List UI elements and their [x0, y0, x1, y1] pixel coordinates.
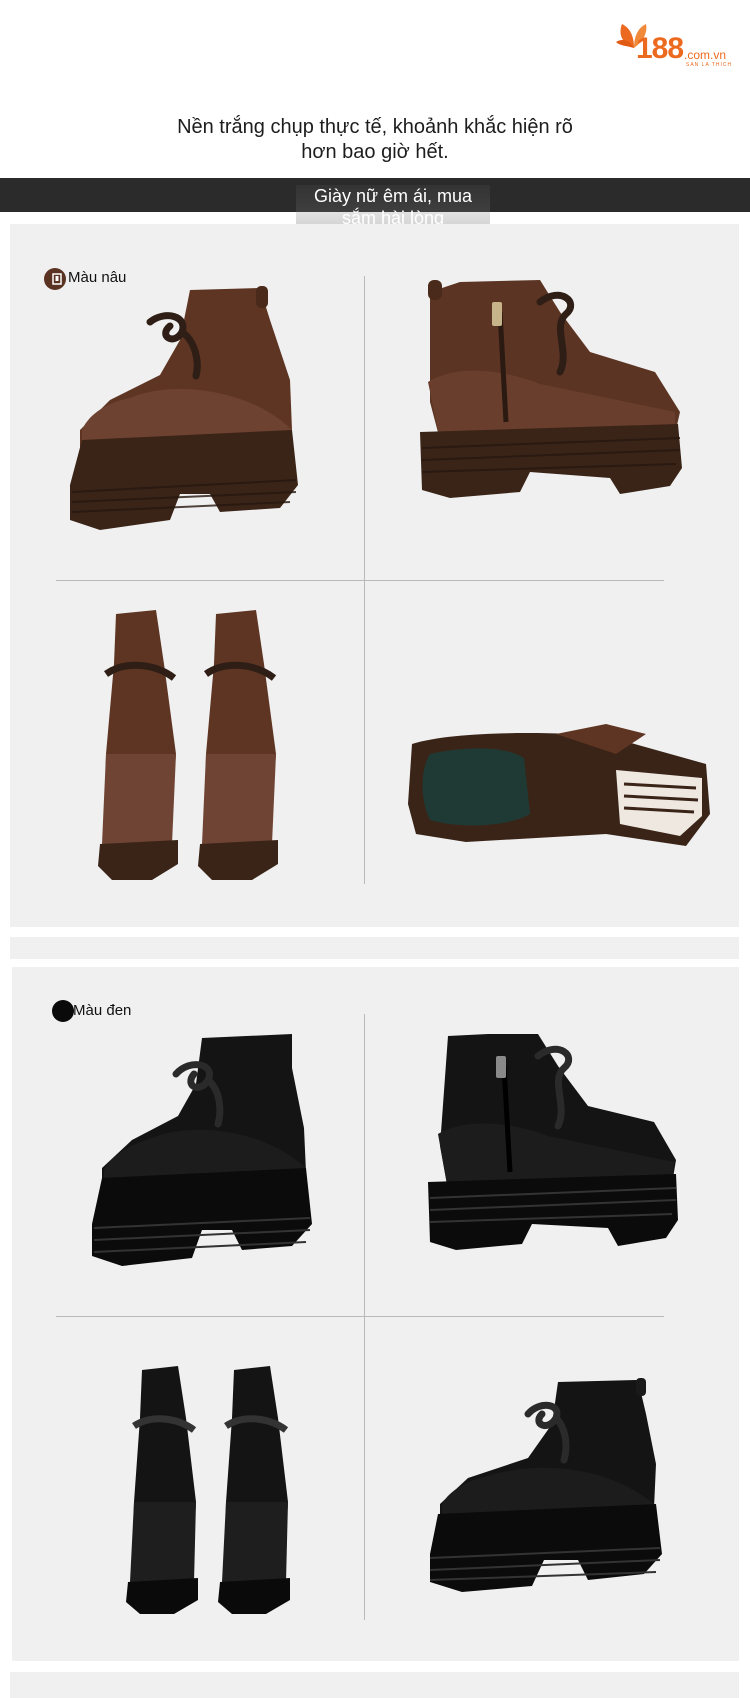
- headline-line-2: hơn bao giờ hết.: [301, 141, 449, 163]
- site-logo[interactable]: 188 .com.vn SAN LA THICH: [616, 20, 736, 72]
- variant-label-text: Màu đen: [73, 1002, 132, 1019]
- banner-text: Giày nữ êm ái, mua sắm hài lòng: [296, 185, 490, 229]
- banner-line-1: Giày nữ êm ái, mua: [313, 186, 473, 206]
- headline-line-1: Nền trắng chụp thực tế, khoảnh khắc hiện…: [177, 116, 573, 138]
- product-image-black-angle[interactable]: [428, 1374, 664, 1594]
- product-image-black-side[interactable]: [92, 1028, 312, 1270]
- spacer-panel: [10, 937, 739, 959]
- grid-divider-vertical: [364, 1014, 365, 1620]
- headline: Nền trắng chụp thực tế, khoảnh khắc hiện…: [130, 115, 620, 165]
- spacer-panel: [10, 1672, 739, 1698]
- logo-number: 188: [636, 32, 684, 65]
- product-image-black-front-pair[interactable]: [116, 1362, 296, 1618]
- product-image-black-zipper[interactable]: [428, 1026, 678, 1262]
- color-swatch-black: [52, 1000, 74, 1022]
- zipper-icon: [52, 273, 62, 285]
- product-image-brown-side[interactable]: [70, 280, 300, 540]
- product-image-brown-sole[interactable]: [406, 724, 716, 852]
- product-image-brown-zipper[interactable]: [420, 272, 682, 512]
- grid-divider-horizontal: [56, 580, 664, 581]
- logo-domain: .com.vn: [684, 48, 727, 62]
- grid-divider-horizontal: [56, 1316, 664, 1317]
- logo-tagline: SAN LA THICH: [686, 62, 733, 68]
- product-image-brown-front-pair[interactable]: [86, 604, 286, 884]
